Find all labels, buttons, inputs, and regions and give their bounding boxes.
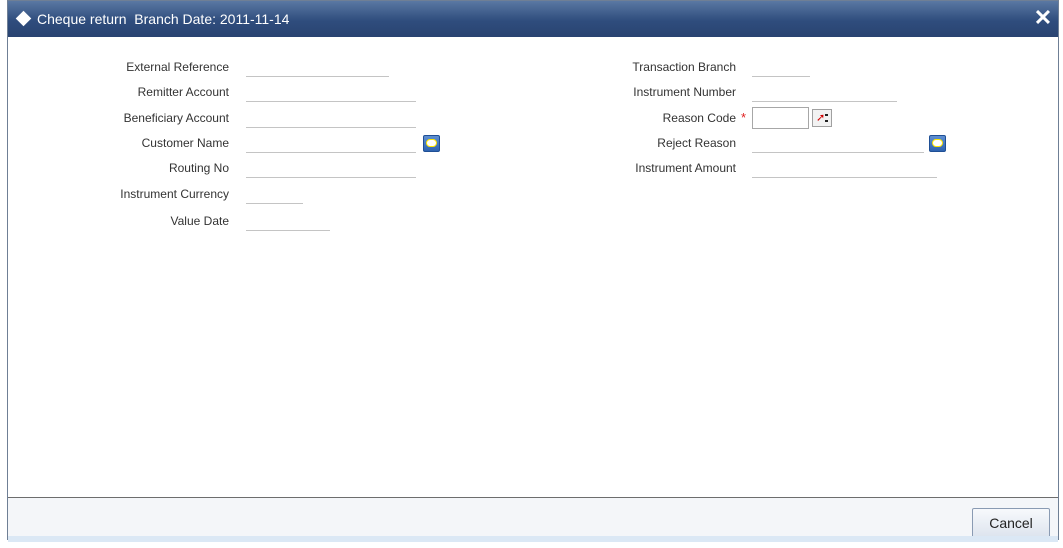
instrument-amount-label: Instrument Amount [635,161,736,175]
remitter-account-input[interactable] [246,85,416,102]
reason-code-search-icon[interactable]: ➚ [812,109,832,127]
diamond-icon [15,10,32,27]
external-reference-label: External Reference [126,60,229,74]
form-area: External Reference Remitter Account Bene… [8,37,1058,497]
instrument-number-label: Instrument Number [633,85,736,99]
customer-name-input[interactable] [246,136,416,153]
instrument-amount-input[interactable] [752,161,937,178]
transaction-branch-label: Transaction Branch [632,60,736,74]
customer-name-lov-icon[interactable] [423,135,440,152]
routing-no-input[interactable] [246,161,416,178]
instrument-number-input[interactable] [752,85,897,102]
beneficiary-account-label: Beneficiary Account [123,111,229,125]
reject-reason-label: Reject Reason [657,136,736,150]
title-bar[interactable]: Cheque return Branch Date: 2011-11-14 ✕ [8,1,1058,37]
reject-reason-input[interactable] [752,136,924,153]
required-marker: * [741,110,747,125]
transaction-branch-input[interactable] [752,60,810,77]
instrument-currency-input[interactable] [246,187,303,204]
cancel-button[interactable]: Cancel [972,508,1050,538]
customer-name-label: Customer Name [141,136,229,150]
routing-no-label: Routing No [168,161,229,175]
instrument-currency-label: Instrument Currency [120,187,229,201]
close-icon[interactable]: ✕ [1032,7,1054,29]
reason-code-label: Reason Code [662,111,736,125]
cheque-return-window: Cheque return Branch Date: 2011-11-14 ✕ … [7,0,1059,542]
remitter-account-label: Remitter Account [137,85,229,99]
window-title: Cheque return Branch Date: 2011-11-14 [37,11,290,27]
value-date-label: Value Date [170,214,229,228]
footer-strip [8,536,1058,542]
beneficiary-account-input[interactable] [246,111,416,128]
external-reference-input[interactable] [246,60,389,77]
value-date-input[interactable] [246,214,330,231]
reason-code-input[interactable] [752,107,809,129]
footer-bar: Cancel [8,497,1058,542]
reject-reason-lov-icon[interactable] [929,135,946,152]
